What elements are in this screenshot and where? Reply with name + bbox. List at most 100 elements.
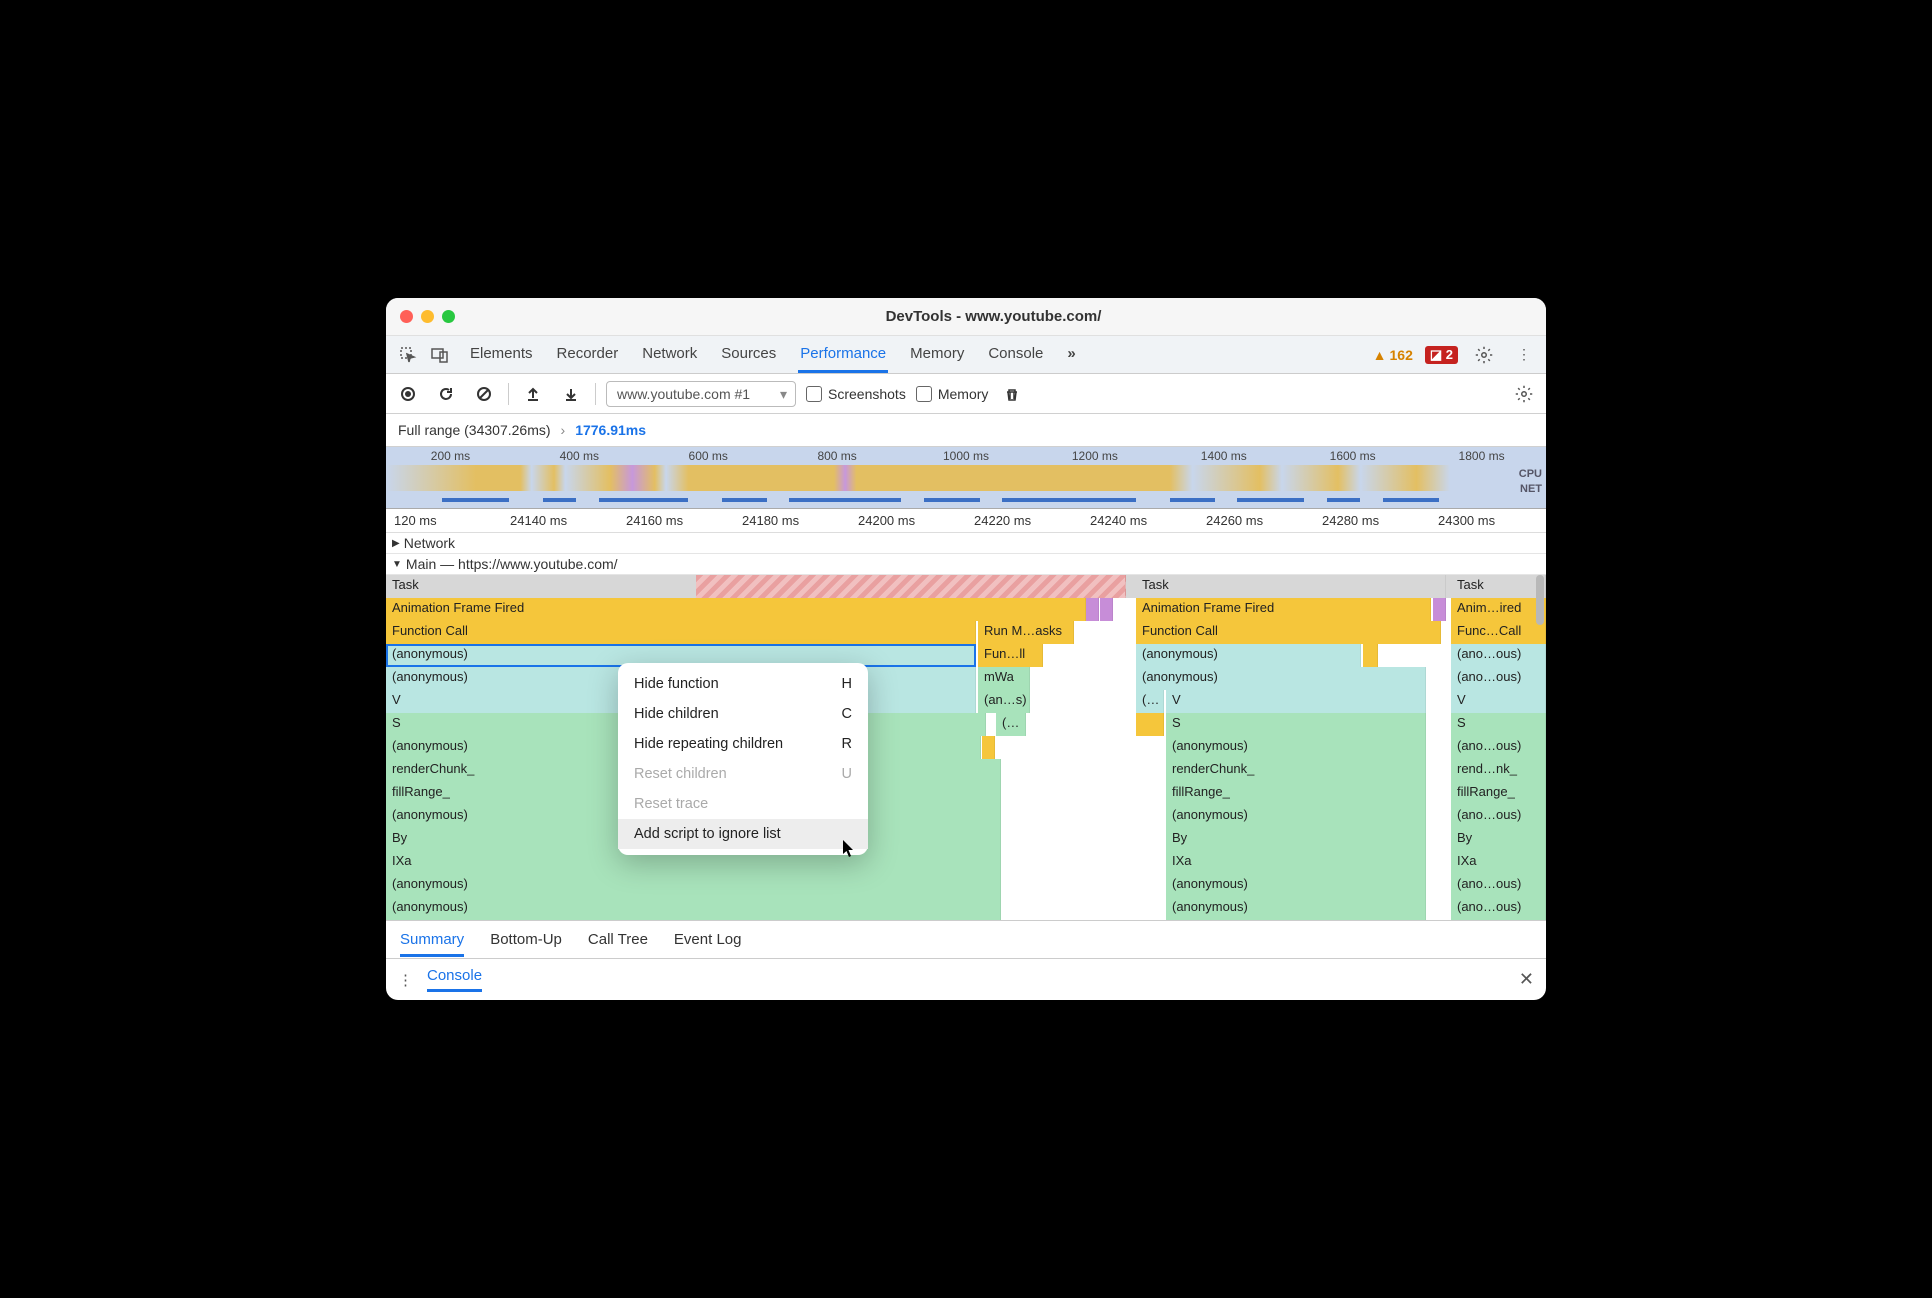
minimize-window-button[interactable] (421, 310, 434, 323)
flame-entry[interactable]: Anim…ired (1451, 598, 1546, 621)
task-long-indicator (696, 575, 1126, 598)
tab-summary[interactable]: Summary (400, 931, 464, 957)
tab-event-log[interactable]: Event Log (674, 931, 742, 948)
tab-console[interactable]: Console (986, 337, 1045, 373)
flame-entry[interactable] (1100, 598, 1113, 621)
flame-entry[interactable]: By (1451, 828, 1546, 851)
close-window-button[interactable] (400, 310, 413, 323)
ctx-hide-children[interactable]: Hide childrenC (618, 699, 868, 729)
flame-entry[interactable]: (… (1136, 690, 1164, 713)
flame-entry[interactable]: (anonymous) (386, 897, 1001, 920)
scrollbar-thumb[interactable] (1536, 575, 1544, 625)
flame-chart[interactable]: Task Task Task Animation Frame Fired Fun… (386, 575, 1546, 920)
flame-entry[interactable]: (anonymous) (1166, 736, 1426, 759)
flame-entry[interactable]: (an…s) (978, 690, 1030, 713)
flame-entry[interactable]: By (1166, 828, 1426, 851)
ov-tick: 800 ms (773, 449, 902, 463)
warnings-badge[interactable]: ▲ 162 (1373, 347, 1413, 363)
flame-entry[interactable]: (ano…ous) (1451, 805, 1546, 828)
flame-entry[interactable]: (… (996, 713, 1026, 736)
memory-checkbox[interactable]: Memory (916, 386, 989, 402)
flame-entry[interactable]: IXa (1451, 851, 1546, 874)
more-tabs-button[interactable]: » (1065, 337, 1077, 373)
flame-entry[interactable] (1086, 598, 1099, 621)
drawer-menu-icon[interactable]: ⋮ (398, 971, 413, 989)
tab-performance[interactable]: Performance (798, 337, 888, 373)
flame-entry[interactable]: (anonymous) (1166, 805, 1426, 828)
breadcrumb-current[interactable]: 1776.91ms (575, 422, 646, 438)
flame-entry[interactable]: S (1166, 713, 1426, 736)
panel-tabs: Elements Recorder Network Sources Perfor… (468, 337, 1369, 373)
flame-entry[interactable]: V (1451, 690, 1546, 713)
gc-icon[interactable] (998, 380, 1026, 408)
ov-tick: 400 ms (515, 449, 644, 463)
flame-entry[interactable]: V (1166, 690, 1426, 713)
upload-profile-icon[interactable] (519, 380, 547, 408)
download-profile-icon[interactable] (557, 380, 585, 408)
flame-entry[interactable]: Fun…ll (978, 644, 1043, 667)
inspect-element-icon[interactable] (394, 341, 422, 369)
flame-entry-task[interactable]: Task (1451, 575, 1546, 598)
tab-elements[interactable]: Elements (468, 337, 535, 373)
flame-entry[interactable]: (ano…ous) (1451, 874, 1546, 897)
record-button[interactable] (394, 380, 422, 408)
breadcrumb-full-range[interactable]: Full range (34307.26ms) (398, 422, 551, 438)
flame-entry[interactable]: Animation Frame Fired (1136, 598, 1431, 621)
flame-entry[interactable]: (anonymous) (386, 874, 1001, 897)
kebab-menu-icon[interactable]: ⋮ (1510, 341, 1538, 369)
timeline-overview[interactable]: 200 ms 400 ms 600 ms 800 ms 1000 ms 1200… (386, 447, 1546, 509)
flame-entry[interactable]: IXa (1166, 851, 1426, 874)
flame-entry[interactable]: rend…nk_ (1451, 759, 1546, 782)
reload-record-button[interactable] (432, 380, 460, 408)
profile-select[interactable]: www.youtube.com #1 (606, 381, 796, 407)
flame-entry[interactable]: renderChunk_ (1166, 759, 1426, 782)
flame-entry[interactable]: (ano…ous) (1451, 644, 1546, 667)
drawer-close-icon[interactable]: ✕ (1519, 969, 1534, 990)
flame-entry[interactable]: Run M…asks (978, 621, 1074, 644)
tab-bottom-up[interactable]: Bottom-Up (490, 931, 562, 948)
tab-sources[interactable]: Sources (719, 337, 778, 373)
flame-entry-task[interactable]: Task (1136, 575, 1446, 598)
errors-badge[interactable]: ◪ 2 (1425, 346, 1458, 364)
flame-entry[interactable]: (ano…ous) (1451, 667, 1546, 690)
ov-tick: 1200 ms (1030, 449, 1159, 463)
main-track-header[interactable]: ▼Main — https://www.youtube.com/ (386, 554, 1546, 575)
flame-entry[interactable]: fillRange_ (1166, 782, 1426, 805)
ctx-add-ignore-list[interactable]: Add script to ignore list (618, 819, 868, 849)
flame-entry[interactable]: (anonymous) (1136, 644, 1361, 667)
ctx-reset-children: Reset childrenU (618, 759, 868, 789)
flame-entry[interactable] (1363, 644, 1378, 667)
tab-network[interactable]: Network (640, 337, 699, 373)
flame-entry[interactable] (1136, 713, 1164, 736)
ctx-hide-function[interactable]: Hide functionH (618, 669, 868, 699)
flame-entry[interactable]: Func…Call (1451, 621, 1546, 644)
flame-entry[interactable]: (anonymous) (1166, 874, 1426, 897)
flame-entry[interactable]: mWa (978, 667, 1030, 690)
flame-entry[interactable]: (ano…ous) (1451, 736, 1546, 759)
drawer-tab-console[interactable]: Console (427, 967, 482, 992)
tab-recorder[interactable]: Recorder (555, 337, 621, 373)
screenshots-checkbox[interactable]: Screenshots (806, 386, 906, 402)
settings-icon[interactable] (1470, 341, 1498, 369)
tab-memory[interactable]: Memory (908, 337, 966, 373)
ruler-tick: 24280 ms (1314, 513, 1430, 528)
window-title: DevTools - www.youtube.com/ (455, 308, 1532, 325)
flame-entry[interactable]: fillRange_ (1451, 782, 1546, 805)
tab-call-tree[interactable]: Call Tree (588, 931, 648, 948)
zoom-window-button[interactable] (442, 310, 455, 323)
flame-entry[interactable]: Function Call (1136, 621, 1441, 644)
ctx-hide-repeating-children[interactable]: Hide repeating childrenR (618, 729, 868, 759)
flame-entry[interactable] (1433, 598, 1446, 621)
flame-entry[interactable]: (ano…ous) (1451, 897, 1546, 920)
flame-entry[interactable]: (anonymous) (1166, 897, 1426, 920)
capture-settings-icon[interactable] (1510, 380, 1538, 408)
clear-button[interactable] (470, 380, 498, 408)
ov-tick: 600 ms (644, 449, 773, 463)
device-toolbar-icon[interactable] (426, 341, 454, 369)
flame-entry[interactable]: Animation Frame Fired (386, 598, 1086, 621)
flame-entry[interactable]: S (1451, 713, 1546, 736)
flame-entry[interactable]: Function Call (386, 621, 976, 644)
flame-entry[interactable] (982, 736, 995, 759)
network-track-header[interactable]: ▶Network (386, 533, 1546, 554)
flame-entry[interactable]: (anonymous) (1136, 667, 1426, 690)
